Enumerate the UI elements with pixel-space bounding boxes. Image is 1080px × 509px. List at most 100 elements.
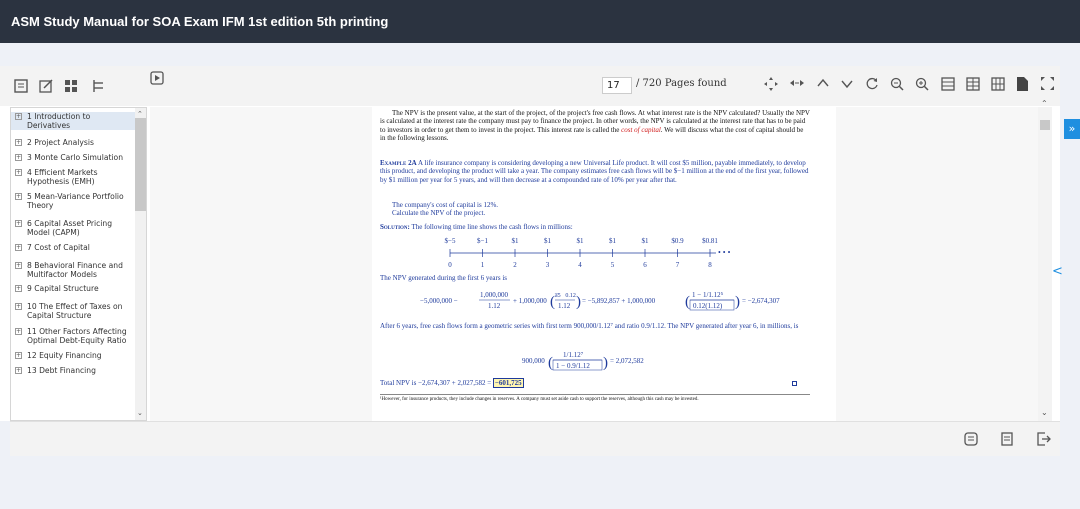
eq1-annuity-num: a̅5⃒0.12 [554,293,575,299]
after-six-years-text: After 6 years, free cash flows form a ge… [380,322,799,330]
cash-flow-label: $1 [642,237,650,245]
document-viewer: 17 / 720 Pages found +1 Introduction to … [0,66,1060,421]
timeline-ellipsis: • • • [718,248,731,257]
document-scrollbar[interactable] [1038,107,1052,421]
toc-item[interactable]: +2 Project Analysis [11,138,135,147]
cash-flow-label: $1 [577,237,585,245]
document-icon[interactable] [1017,77,1028,91]
expand-plus-icon[interactable]: + [15,262,22,269]
toc-item[interactable]: +5 Mean-Variance Portfolio Theory [11,192,135,210]
time-label: 2 [513,261,517,269]
time-label: 7 [676,261,680,269]
document-list-icon[interactable] [1001,432,1013,446]
chevron-down-icon[interactable]: ⌄ [137,409,143,417]
notes-icon[interactable] [964,432,978,446]
toc-item[interactable]: +4 Efficient Markets Hypothesis (EMH) [11,168,135,186]
previous-page-icon[interactable] [817,78,829,88]
toc-item[interactable]: +11 Other Factors Affecting Optimal Debt… [11,327,135,345]
toc-scrollbar-thumb[interactable] [135,118,146,211]
toc-item-label: 11 Other Factors Affecting Optimal Debt-… [27,327,127,345]
total-text: Total NPV is −2,674,307 + 2,027,582 = [380,379,492,387]
toc-item[interactable]: +12 Equity Financing [11,351,135,360]
fit-width-icon[interactable] [763,76,779,92]
cost-of-capital-term: cost of capital [621,125,661,134]
expand-plus-icon[interactable]: + [15,154,22,161]
solution-label: Solution: [380,223,410,231]
eq2-result: = 2,072,582 [610,357,644,365]
toc-item-label: 13 Debt Financing [27,366,96,375]
expand-plus-icon[interactable]: + [15,352,22,359]
paren-close: ) [576,294,581,310]
page-number-input[interactable]: 17 [602,77,632,94]
toc-item-label: 8 Behavioral Finance and Multifactor Mod… [27,261,123,279]
eq2-den: 1 − 0.9/1.12 [556,362,590,370]
toc-item[interactable]: +1 Introduction to Derivatives [11,112,135,130]
toc-item[interactable]: +8 Behavioral Finance and Multifactor Mo… [11,261,135,279]
eq1-frac-num: 1,000,000 [480,291,509,299]
fullscreen-icon[interactable] [1041,77,1054,90]
table-of-contents: +1 Introduction to Derivatives +2 Project… [10,107,147,421]
expand-side-panel-button[interactable]: » [1064,119,1080,139]
expand-plus-icon[interactable]: + [15,169,22,176]
edit-note-icon[interactable] [39,79,53,93]
expand-plus-icon[interactable]: + [15,285,22,292]
expand-plus-icon[interactable]: + [15,139,22,146]
example-question: Calculate the NPV of the project. [392,209,486,217]
bookmark-list-icon[interactable] [14,79,28,93]
solution-text: The following time line shows the cash f… [411,223,573,231]
outline-tree-icon[interactable] [92,79,104,93]
book-title: ASM Study Manual for SOA Exam IFM 1st ed… [11,14,389,29]
expand-plus-icon[interactable]: + [15,328,22,335]
fit-page-icon[interactable] [789,78,805,88]
toc-item-label: 1 Introduction to Derivatives [27,112,91,130]
grid-view-icon[interactable] [991,77,1005,91]
bottom-toolbar [10,421,1060,456]
time-label: 5 [611,261,615,269]
eq1-result: = −2,674,307 [742,297,780,305]
eq2-part-a: 900,000 [522,357,545,365]
toc-item[interactable]: +9 Capital Structure [11,284,135,293]
toc-item-label: 10 The Effect of Taxes on Capital Struct… [27,302,123,320]
scroll-up-icon[interactable]: ⌃ [1041,99,1048,108]
toc-item-label: 7 Cost of Capital [27,243,90,252]
rotate-icon[interactable] [866,77,879,90]
cash-flow-label: $−1 [477,237,488,245]
toc-item[interactable]: +3 Monte Carlo Simulation [11,153,135,162]
toc-item[interactable]: +13 Debt Financing [11,366,135,375]
zoom-in-icon[interactable] [915,77,929,91]
toc-item[interactable]: +6 Capital Asset Pricing Model (CAPM) [11,219,135,237]
play-icon[interactable] [150,71,164,85]
exit-icon[interactable] [1037,432,1051,446]
eq1-part-a: −5,000,000 − [420,297,458,305]
zoom-out-icon[interactable] [890,77,904,91]
single-page-icon[interactable] [941,77,955,91]
total-npv-answer: −601,725 [492,378,524,388]
expand-plus-icon[interactable]: + [15,113,22,120]
toc-item-label: 2 Project Analysis [27,138,94,147]
footnote: ¹However, for insurance products, they i… [380,397,699,402]
collapse-arrow-button[interactable]: < [1052,264,1063,279]
scroll-down-icon[interactable]: ⌄ [1041,408,1048,417]
cash-flow-label: $1 [512,237,520,245]
eq1-part-c: = −5,892,857 + 1,000,000 [582,297,656,305]
next-page-icon[interactable] [841,79,853,89]
expand-plus-icon[interactable]: + [15,193,22,200]
eq1-d-num: 1 − 1/1.12⁵ [692,291,724,299]
expand-plus-icon[interactable]: + [15,367,22,374]
expand-plus-icon[interactable]: + [15,303,22,310]
thumbnails-grid-icon[interactable] [65,80,77,92]
cash-flow-label: $1 [609,237,617,245]
toc-item[interactable]: +10 The Effect of Taxes on Capital Struc… [11,302,135,320]
time-label: 4 [578,261,582,269]
viewer-toolbar: 17 / 720 Pages found [0,66,1060,106]
chevron-up-icon[interactable]: ⌃ [137,110,143,118]
eq1-part-b: + 1,000,000 [513,297,547,305]
total-npv-line: Total NPV is −2,674,307 + 2,027,582 = −6… [380,378,810,388]
expand-plus-icon[interactable]: + [15,244,22,251]
document-scrollbar-thumb[interactable] [1040,120,1050,130]
two-page-icon[interactable] [966,77,980,91]
toc-item[interactable]: +7 Cost of Capital [11,243,135,252]
footnote-rule [380,394,810,395]
expand-plus-icon[interactable]: + [15,220,22,227]
paren-open-3: ( [548,355,553,371]
